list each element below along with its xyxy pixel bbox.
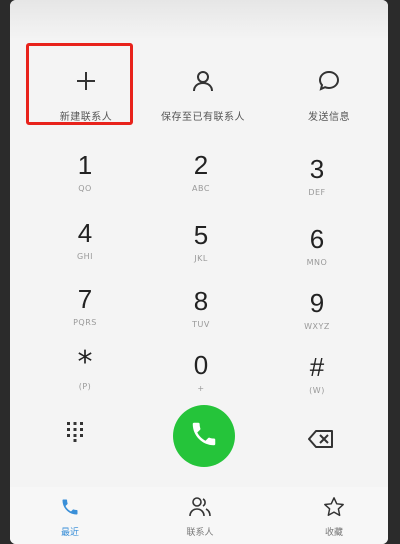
contacts-icon [188,495,212,519]
send-message-button[interactable]: 发送信息 [274,62,384,132]
send-message-label: 发送信息 [308,112,350,123]
key-hash[interactable]: # (W) [272,352,362,412]
tab-recent[interactable]: 最近 [30,495,110,538]
key-letters: (W) [309,386,325,395]
key-digit: 1 [77,150,93,180]
key-0[interactable]: 0 + [156,350,246,410]
key-digit: 5 [193,220,209,250]
tab-contacts-label: 联系人 [186,528,214,538]
key-digit: 2 [193,150,209,180]
key-2[interactable]: 2 ABC [156,150,246,210]
key-letters: (P) [78,382,92,391]
highlight-box [26,43,133,125]
key-7[interactable]: 7 PQRS [40,284,130,344]
tab-recent-label: 最近 [60,528,79,538]
status-area [10,0,388,40]
key-letters: TUV [192,320,210,329]
key-digit: # [309,352,325,382]
phone-icon [189,419,219,453]
key-5[interactable]: 5 JKL [156,220,246,280]
key-6[interactable]: 6 MNO [272,224,362,284]
key-9[interactable]: 9 WXYZ [272,288,362,348]
key-digit: * [77,345,93,380]
phone-icon [58,495,82,519]
key-letters: JKL [194,254,208,263]
star-icon [322,495,346,519]
tab-contacts[interactable]: 联系人 [160,495,240,538]
tab-favorites[interactable]: 收藏 [294,495,374,538]
person-icon [190,68,216,94]
key-letters: GHI [76,252,94,261]
key-8[interactable]: 8 TUV [156,286,246,346]
key-letters: PQRS [73,318,97,327]
chat-bubble-icon [316,68,342,94]
key-letters: + [197,384,205,393]
dialpad-grid-icon[interactable] [64,420,86,442]
key-digit: 4 [77,218,93,248]
tab-favorites-label: 收藏 [324,528,343,538]
key-digit: 7 [77,284,93,314]
key-3[interactable]: 3 DEF [272,154,362,214]
key-letters: QO [78,184,92,193]
key-star[interactable]: * (P) [40,348,130,408]
key-digit: 9 [309,288,325,318]
key-1[interactable]: 1 QO [40,150,130,210]
call-button[interactable] [173,405,235,467]
key-letters: WXYZ [304,322,330,331]
key-digit: 6 [309,224,325,254]
bottom-navigation: 最近 联系人 收藏 [10,487,388,544]
key-digit: 0 [193,350,209,380]
key-letters: MNO [306,258,328,267]
key-digit: 3 [309,154,325,184]
save-to-existing-contact-button[interactable]: 保存至已有联系人 [143,62,263,132]
key-letters: DEF [308,188,326,197]
key-digit: 8 [193,286,209,316]
save-existing-label: 保存至已有联系人 [161,112,245,123]
key-letters: ABC [192,184,210,193]
backspace-icon[interactable] [308,430,334,448]
key-4[interactable]: 4 GHI [40,218,130,278]
